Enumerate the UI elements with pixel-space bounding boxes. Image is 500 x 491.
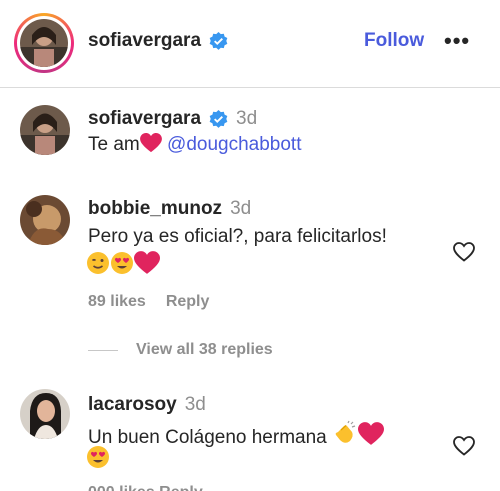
- comment-time[interactable]: 3d: [185, 394, 206, 416]
- verified-badge-icon: [209, 109, 228, 128]
- avatar: [20, 19, 68, 67]
- winking-face-emoji-icon: [87, 252, 109, 274]
- verified-badge-icon: [209, 31, 228, 50]
- caption-mention-link[interactable]: @dougchabbott: [167, 134, 301, 155]
- red-heart-emoji-icon: [134, 251, 160, 274]
- comment-text: Un buen Colágeno hermana: [88, 420, 385, 451]
- like-heart-icon[interactable]: [452, 240, 476, 264]
- comment-emojis: [86, 251, 160, 280]
- caption-text: Te am @dougchabbott: [88, 132, 301, 158]
- red-heart-emoji-icon: [139, 133, 162, 153]
- caption-text-body: Te am: [88, 134, 140, 155]
- post-header: sofiavergara Follow •••: [0, 0, 500, 88]
- comment-text-body: Un buen Colágeno hermana: [88, 427, 327, 448]
- heart-eyes-emoji-icon: [87, 446, 109, 468]
- header-username[interactable]: sofiavergara: [88, 30, 201, 52]
- caption-avatar[interactable]: [20, 105, 70, 155]
- comment-username[interactable]: bobbie_munoz: [88, 198, 222, 220]
- comment-emojis: [86, 445, 110, 474]
- red-heart-emoji-icon: [358, 422, 385, 445]
- follow-button[interactable]: Follow: [364, 30, 424, 52]
- caption-time[interactable]: 3d: [236, 108, 257, 130]
- view-replies[interactable]: View all 38 replies: [88, 341, 273, 359]
- comment-likes[interactable]: 89 likes: [88, 293, 146, 311]
- comment-meta-partial: 000 likes Reply: [88, 484, 203, 491]
- view-replies-link[interactable]: View all 38 replies: [136, 341, 273, 359]
- comment-avatar[interactable]: [20, 389, 70, 439]
- caption-username[interactable]: sofiavergara: [88, 108, 201, 130]
- comment-text: Pero ya es oficial?, para felicitarlos!: [88, 226, 387, 247]
- comment-username[interactable]: lacarosoy: [88, 394, 177, 416]
- more-options-icon[interactable]: •••: [444, 30, 470, 52]
- comment-time[interactable]: 3d: [230, 198, 251, 220]
- comment-avatar[interactable]: [20, 195, 70, 245]
- like-heart-icon[interactable]: [452, 434, 476, 458]
- replies-divider: [88, 349, 118, 351]
- reply-button[interactable]: Reply: [166, 293, 210, 311]
- heart-eyes-emoji-icon: [111, 252, 133, 274]
- clapping-hands-emoji-icon: [335, 420, 356, 443]
- story-ring[interactable]: [14, 13, 74, 73]
